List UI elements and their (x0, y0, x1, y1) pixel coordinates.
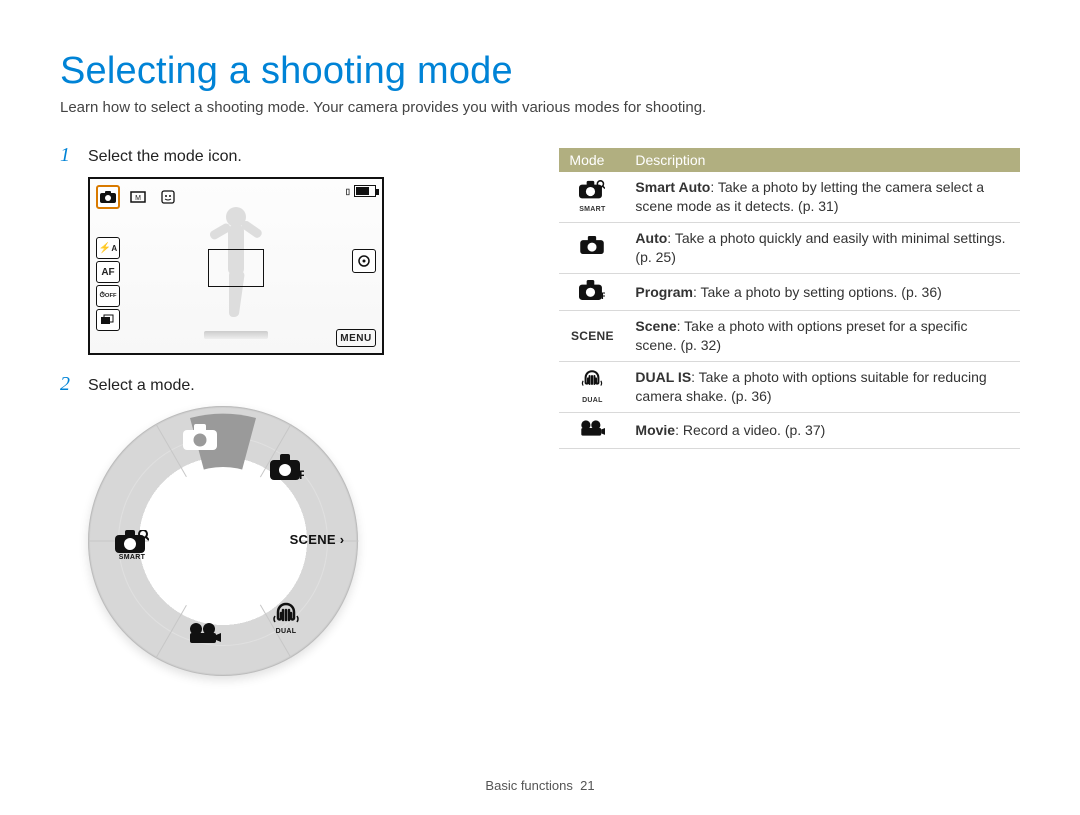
camera-screen-figure: M ▯ ⚡A AF ⏱OFF (88, 177, 384, 355)
mode-icon-button[interactable] (96, 185, 120, 209)
table-row: SCENE Scene: Take a photo with options p… (559, 311, 1020, 362)
card-icon: ▯ (346, 187, 350, 196)
top-right-status: ▯ (346, 185, 376, 197)
desc-cell: DUAL IS: Take a photo with options suita… (625, 362, 1020, 413)
mode-wheel: P SCENE › DUAL SMART (88, 406, 358, 676)
top-icon-row: M (96, 185, 180, 209)
th-desc: Description (625, 148, 1020, 172)
mode-description-table: Mode Description SMART Smart Auto: Take … (559, 148, 1020, 449)
step-2-number: 2 (60, 373, 78, 396)
mode-dual-is[interactable]: DUAL (264, 602, 308, 635)
table-row: Auto: Take a photo quickly and easily wi… (559, 222, 1020, 273)
table-row: SMART Smart Auto: Take a photo by lettin… (559, 172, 1020, 222)
step-1: 1 Select the mode icon. (60, 144, 501, 167)
right-column: Mode Description SMART Smart Auto: Take … (559, 144, 1020, 676)
camera-icon (100, 191, 116, 203)
step-2-text: Select a mode. (88, 377, 195, 395)
mode-auto[interactable] (178, 424, 222, 450)
battery-icon (354, 185, 376, 197)
auto-icon (559, 222, 625, 273)
svg-text:P: P (299, 468, 304, 480)
page-subtitle: Learn how to select a shooting mode. You… (60, 99, 1020, 116)
desc-cell: Auto: Take a photo quickly and easily wi… (625, 222, 1020, 273)
aspect-icon: M (126, 185, 150, 209)
content-columns: 1 Select the mode icon. M (60, 144, 1020, 676)
manual-page: Selecting a shooting mode Learn how to s… (0, 0, 1080, 815)
footer-section: Basic functions (485, 778, 572, 793)
step-2: 2 Select a mode. (60, 373, 501, 396)
focus-frame (208, 249, 264, 287)
target-icon[interactable] (352, 249, 376, 273)
svg-text:P: P (602, 291, 606, 300)
mode-smart-auto[interactable]: SMART (110, 530, 154, 561)
svg-text:M: M (135, 195, 141, 202)
th-mode: Mode (559, 148, 625, 172)
table-row: Movie: Record a video. (p. 37) (559, 413, 1020, 449)
timer-off-icon[interactable]: ⏱OFF (96, 285, 120, 307)
step-1-text: Select the mode icon. (88, 148, 242, 166)
mode-movie[interactable] (182, 622, 226, 644)
right-side-icon (352, 249, 376, 273)
menu-button[interactable]: MENU (336, 329, 376, 347)
desc-cell: Smart Auto: Take a photo by letting the … (625, 172, 1020, 222)
step-1-number: 1 (60, 144, 78, 167)
left-side-icons: ⚡A AF ⏱OFF (96, 237, 120, 331)
table-row: P Program: Take a photo by setting optio… (559, 273, 1020, 311)
program-icon: P (559, 273, 625, 311)
desc-cell: Scene: Take a photo with options preset … (625, 311, 1020, 362)
dual-is-icon: DUAL (559, 362, 625, 413)
page-footer: Basic functions 21 (0, 778, 1080, 793)
burst-icon[interactable] (96, 309, 120, 331)
left-column: 1 Select the mode icon. M (60, 144, 501, 676)
table-row: DUAL DUAL IS: Take a photo with options … (559, 362, 1020, 413)
scene-icon: SCENE (559, 311, 625, 362)
flash-auto-icon[interactable]: ⚡A (96, 237, 120, 259)
movie-icon (559, 413, 625, 449)
footer-page: 21 (580, 778, 594, 793)
podium (204, 331, 268, 339)
desc-cell: Program: Take a photo by setting options… (625, 273, 1020, 311)
mode-scene[interactable]: SCENE › (282, 532, 352, 547)
page-title: Selecting a shooting mode (60, 50, 1020, 93)
smart-auto-icon: SMART (559, 172, 625, 222)
face-icon (156, 185, 180, 209)
mode-program[interactable]: P (265, 454, 309, 480)
af-icon[interactable]: AF (96, 261, 120, 283)
desc-cell: Movie: Record a video. (p. 37) (625, 413, 1020, 449)
